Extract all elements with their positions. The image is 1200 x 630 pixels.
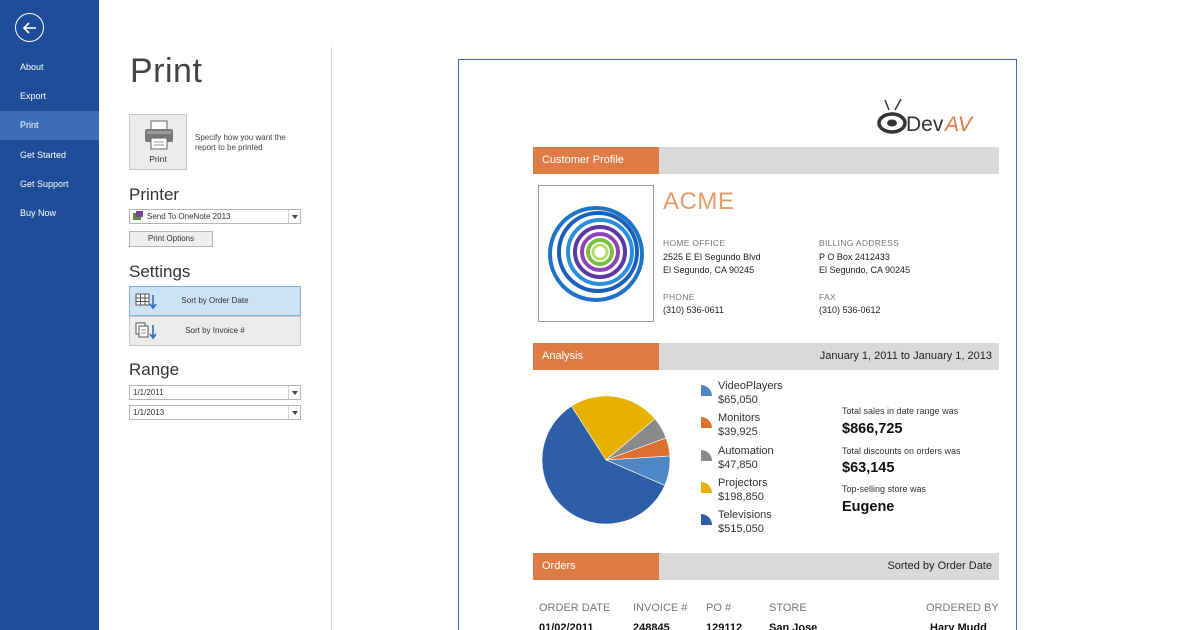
legend-name: VideoPlayers	[718, 380, 783, 392]
range-start-select[interactable]: 1/1/2011	[129, 385, 301, 400]
printer-select[interactable]: Send To OneNote 2013	[129, 209, 301, 224]
printer-heading: Printer	[129, 185, 180, 204]
legend-swatch-icon	[701, 482, 712, 493]
col-invoice: INVOICE #	[633, 602, 688, 614]
print-backstage: About Export Print Get Started Get Suppo…	[0, 0, 1200, 630]
customer-logo	[538, 185, 654, 322]
printer-icon	[145, 120, 173, 150]
legend-name: Monitors	[718, 412, 761, 424]
devav-logo: Dev AV	[877, 98, 997, 143]
total-discounts-label: Total discounts on orders was	[842, 446, 961, 456]
phone-value: (310) 536-0611	[663, 305, 724, 315]
legend-swatch-icon	[701, 450, 712, 461]
sort-by-order-date-label: Sort by Order Date	[181, 296, 249, 305]
fax-value: (310) 536-0612	[819, 305, 881, 315]
customer-name: ACME	[663, 188, 735, 215]
sort-table-icon	[135, 293, 157, 310]
total-discounts-value: $63,145	[842, 460, 895, 476]
legend-swatch-icon	[701, 417, 712, 428]
nav-about[interactable]: About	[0, 53, 99, 82]
sales-pie-chart	[541, 395, 671, 525]
top-store-value: Eugene	[842, 499, 895, 515]
chevron-down-icon[interactable]	[288, 386, 300, 399]
chevron-down-icon[interactable]	[288, 210, 300, 223]
legend-value: $39,925	[718, 426, 758, 438]
billing-line2: El Segundo, CA 90245	[819, 265, 911, 275]
legend-value: $515,050	[718, 523, 764, 535]
logo-text-av: AV	[943, 113, 974, 136]
settings-heading: Settings	[129, 262, 191, 281]
page-title: Print	[130, 52, 203, 90]
print-settings-panel: Print Print Specify how you want the rep…	[99, 0, 333, 630]
legend-name: Projectors	[718, 477, 768, 489]
legend-value: $65,050	[718, 394, 758, 406]
phone-label: PHONE	[663, 292, 695, 302]
orders-band: Orders Sorted by Order Date	[533, 553, 999, 580]
analysis-date-range: January 1, 2011 to January 1, 2013	[819, 350, 992, 362]
col-po: PO #	[706, 602, 732, 614]
billing-line1: P O Box 2412433	[819, 252, 890, 262]
legend-swatch-icon	[701, 385, 712, 396]
range-end-select[interactable]: 1/1/2013	[129, 405, 301, 420]
legend-value: $47,850	[718, 459, 758, 471]
customer-profile-band: Customer Profile	[533, 147, 999, 174]
po-cell: 129112	[706, 622, 743, 630]
analysis-title: Analysis	[533, 343, 659, 370]
ordered-by-cell: Hary Mudd	[930, 622, 987, 630]
print-options-button[interactable]: Print Options	[129, 231, 213, 247]
legend-value: $198,850	[718, 491, 764, 503]
nav-export[interactable]: Export	[0, 82, 99, 111]
total-sales-label: Total sales in date range was	[842, 406, 959, 416]
chevron-down-icon[interactable]	[288, 406, 300, 419]
home-office-label: HOME OFFICE	[663, 238, 726, 248]
backstage-nav: About Export Print Get Started Get Suppo…	[0, 0, 99, 630]
home-office-line1: 2525 E El Segundo Blvd	[663, 252, 761, 262]
nav-print[interactable]: Print	[0, 111, 99, 140]
col-ordered-by: ORDERED BY	[926, 602, 999, 614]
fax-label: FAX	[819, 292, 836, 302]
customer-profile-title: Customer Profile	[533, 147, 659, 174]
range-heading: Range	[129, 360, 180, 379]
home-office-line2: El Segundo, CA 90245	[663, 265, 755, 275]
legend-name: Televisions	[718, 509, 772, 521]
range-start-value: 1/1/2011	[133, 388, 164, 397]
range-end-value: 1/1/2013	[133, 408, 165, 417]
sort-by-order-date-button[interactable]: Sort by Order Date	[129, 286, 301, 316]
printer-select-value: Send To OneNote 2013	[147, 212, 231, 221]
col-store: STORE	[769, 602, 807, 614]
print-button-label: Print	[149, 154, 167, 164]
print-button[interactable]: Print	[129, 114, 187, 170]
total-sales-value: $866,725	[842, 421, 903, 437]
sort-by-invoice-button[interactable]: Sort by Invoice #	[129, 316, 301, 346]
legend-swatch-icon	[701, 514, 712, 525]
store-cell: San Jose	[769, 622, 818, 630]
nav-get-started[interactable]: Get Started	[0, 141, 99, 170]
analysis-band: Analysis January 1, 2011 to January 1, 2…	[533, 343, 999, 370]
sort-invoice-icon	[135, 322, 157, 340]
logo-text: Dev	[906, 113, 944, 136]
print-description: Specify how you want the report to be pr…	[195, 133, 286, 152]
top-store-label: Top-selling store was	[842, 484, 927, 494]
nav-buy-now[interactable]: Buy Now	[0, 199, 99, 228]
billing-address-label: BILLING ADDRESS	[819, 238, 900, 248]
legend-name: Automation	[718, 445, 774, 457]
sort-by-invoice-label: Sort by Invoice #	[185, 326, 245, 335]
order-date-cell: 01/02/2011	[539, 622, 594, 630]
back-arrow-icon[interactable]	[15, 13, 44, 42]
orders-sort-label: Sorted by Order Date	[887, 560, 992, 572]
panel-divider	[331, 47, 332, 630]
onenote-printer-icon	[133, 211, 143, 220]
invoice-cell: 248845	[633, 622, 670, 630]
col-order-date: ORDER DATE	[539, 602, 611, 614]
nav-get-support[interactable]: Get Support	[0, 170, 99, 199]
orders-title: Orders	[533, 553, 659, 580]
